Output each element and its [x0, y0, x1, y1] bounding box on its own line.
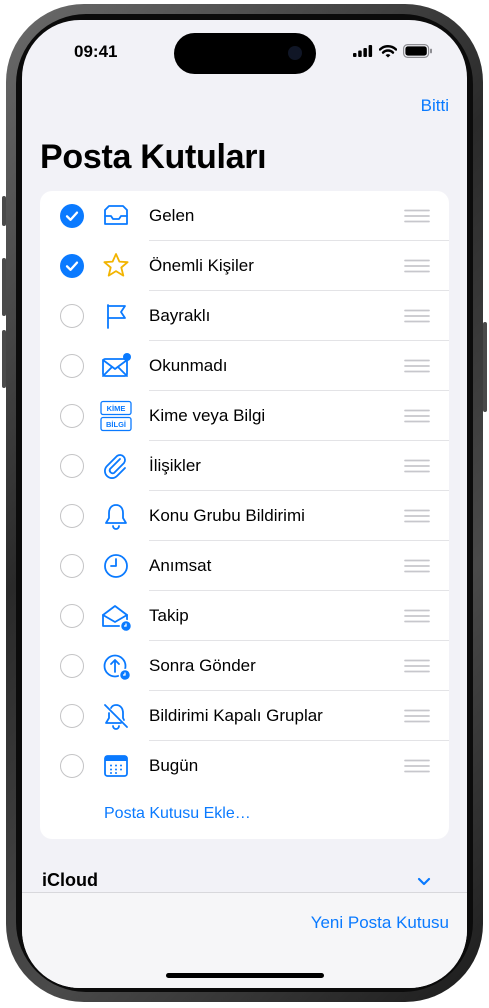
mailbox-row[interactable]: Bayraklı: [40, 291, 449, 341]
calendar-icon: [100, 750, 132, 782]
mailbox-label: Takip: [149, 606, 189, 625]
mailbox-label: Sonra Gönder: [149, 656, 256, 675]
reorder-handle-icon[interactable]: [404, 559, 430, 573]
page-title: Posta Kutuları: [40, 138, 267, 176]
camera-icon: [288, 46, 302, 60]
mailbox-label: Kime veya Bilgi: [149, 406, 266, 425]
clock-icon: [100, 550, 132, 582]
dynamic-island: [174, 33, 316, 74]
bell-slash-icon: [100, 700, 132, 732]
reorder-handle-icon[interactable]: [404, 759, 430, 773]
star-icon: [100, 250, 132, 282]
power-button: [483, 322, 487, 412]
flag-icon: [100, 300, 132, 332]
unread-envelope-icon: [100, 350, 132, 382]
cc-label: BİLGİ: [106, 420, 126, 429]
mailbox-label: Önemli Kişiler: [149, 256, 254, 275]
mailbox-row[interactable]: Konu Grubu Bildirimi: [40, 491, 449, 541]
mailbox-list: Gelen Önemli Kişiler Bayraklı Okunmadı KİME B…: [40, 191, 449, 839]
new-mailbox-button[interactable]: Yeni Posta Kutusu: [311, 913, 449, 933]
mailbox-row[interactable]: Bugün: [40, 741, 449, 791]
empty-circle-icon[interactable]: [60, 604, 84, 628]
mailbox-label: Okunmadı: [149, 356, 228, 375]
action-button: [2, 196, 6, 226]
mailbox-label: Bildirimi Kapalı Gruplar: [149, 706, 323, 725]
mailbox-label: Gelen: [149, 206, 195, 225]
done-button[interactable]: Bitti: [421, 96, 449, 116]
reorder-handle-icon[interactable]: [404, 209, 430, 223]
checkmark-circle-icon[interactable]: [60, 254, 84, 278]
mailbox-row[interactable]: KİME BİLGİ Kime veya Bilgi: [40, 391, 449, 441]
volume-down-button: [2, 330, 6, 388]
mailbox-row[interactable]: Takip: [40, 591, 449, 641]
screen: 09:41 Bitti Posta Kutuları Gelen Önemli …: [22, 20, 467, 988]
empty-circle-icon[interactable]: [60, 454, 84, 478]
reorder-handle-icon[interactable]: [404, 459, 430, 473]
empty-circle-icon[interactable]: [60, 504, 84, 528]
to-cc-icon: KİME BİLGİ: [100, 400, 132, 432]
reorder-handle-icon[interactable]: [404, 359, 430, 373]
chevron-down-icon[interactable]: [417, 877, 431, 887]
reorder-handle-icon[interactable]: [404, 609, 430, 623]
wifi-icon: [379, 44, 397, 57]
reorder-handle-icon[interactable]: [404, 309, 430, 323]
empty-circle-icon[interactable]: [60, 304, 84, 328]
mailbox-label: İlişikler: [149, 456, 201, 475]
inbox-icon: [100, 200, 132, 232]
paperclip-icon: [100, 450, 132, 482]
status-time: 09:41: [74, 42, 118, 61]
mailbox-row[interactable]: Önemli Kişiler: [40, 241, 449, 291]
cellular-signal-icon: [353, 45, 373, 57]
mailbox-label: Konu Grubu Bildirimi: [149, 506, 305, 525]
mailbox-row[interactable]: Bildirimi Kapalı Gruplar: [40, 691, 449, 741]
add-mailbox-button[interactable]: Posta Kutusu Ekle…: [104, 805, 251, 823]
mailbox-row[interactable]: Anımsat: [40, 541, 449, 591]
reorder-handle-icon[interactable]: [404, 509, 430, 523]
bell-icon: [100, 500, 132, 532]
mailbox-row[interactable]: Okunmadı: [40, 341, 449, 391]
reorder-handle-icon[interactable]: [404, 259, 430, 273]
status-icons: [353, 44, 433, 58]
reorder-handle-icon[interactable]: [404, 709, 430, 723]
bottom-toolbar: Yeni Posta Kutusu: [22, 892, 467, 988]
mailbox-row[interactable]: Gelen: [40, 191, 449, 241]
empty-circle-icon[interactable]: [60, 354, 84, 378]
mailbox-label: Bugün: [149, 756, 199, 775]
mailbox-label: Anımsat: [149, 556, 212, 575]
empty-circle-icon[interactable]: [60, 704, 84, 728]
battery-icon: [403, 44, 432, 58]
reorder-handle-icon[interactable]: [404, 409, 430, 423]
reorder-handle-icon[interactable]: [404, 659, 430, 673]
checkmark-circle-icon[interactable]: [60, 204, 84, 228]
home-indicator: [166, 973, 324, 978]
mailbox-label: Bayraklı: [149, 306, 211, 325]
empty-circle-icon[interactable]: [60, 654, 84, 678]
account-section-title[interactable]: iCloud: [42, 870, 98, 891]
mailbox-row[interactable]: İlişikler: [40, 441, 449, 491]
send-later-icon: [100, 650, 132, 682]
empty-circle-icon[interactable]: [60, 554, 84, 578]
mailbox-row[interactable]: Sonra Gönder: [40, 641, 449, 691]
empty-circle-icon[interactable]: [60, 404, 84, 428]
empty-circle-icon[interactable]: [60, 754, 84, 778]
to-label: KİME: [107, 404, 126, 413]
volume-up-button: [2, 258, 6, 316]
follow-up-envelope-icon: [100, 600, 133, 633]
status-bar: 09:41: [22, 20, 467, 80]
